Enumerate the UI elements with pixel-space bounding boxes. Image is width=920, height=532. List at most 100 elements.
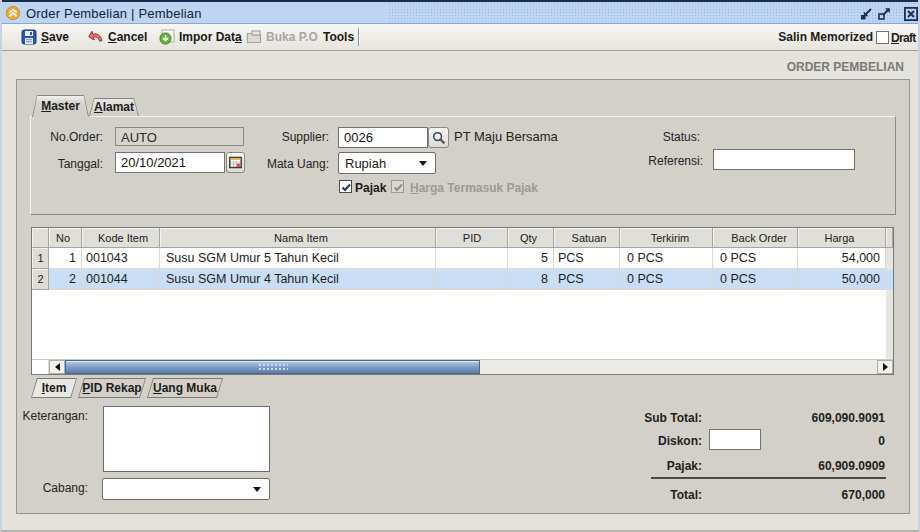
toolbar: Save Cancel Impor Data Buka P.O bbox=[0, 24, 920, 51]
cell-terkirim[interactable]: 0 PCS bbox=[620, 269, 713, 290]
cell-qty[interactable]: 5 bbox=[508, 248, 554, 269]
cell-harga[interactable]: 54,000 bbox=[798, 248, 886, 269]
col-header-kode-item[interactable]: Kode Item bbox=[82, 228, 160, 248]
scrollbar-corner bbox=[32, 360, 49, 374]
cancel-icon bbox=[88, 29, 104, 45]
no-order-label: No.Order: bbox=[22, 130, 103, 144]
scroll-right-button[interactable] bbox=[877, 360, 893, 374]
cell-nama-item[interactable]: Susu SGM Umur 4 Tahun Kecil bbox=[160, 269, 436, 290]
row-header-cell[interactable]: 1 bbox=[32, 248, 49, 269]
cell-back-order[interactable]: 0 PCS bbox=[713, 269, 798, 290]
col-header-harga[interactable]: Harga bbox=[798, 228, 886, 248]
expand-window-icon[interactable] bbox=[877, 7, 891, 21]
mata-uang-value: Rupiah bbox=[345, 156, 386, 171]
tab-uang-muka-label: Uang Muka bbox=[147, 381, 223, 395]
window-title: Order Pembelian | Pembelian bbox=[26, 6, 202, 21]
cancel-label: Cancel bbox=[108, 30, 147, 44]
col-header-terkirim[interactable]: Terkirim bbox=[620, 228, 713, 248]
pajak-total-value: 60,909.0909 bbox=[745, 459, 885, 473]
scrollbar-track[interactable] bbox=[65, 360, 877, 374]
buka-po-button[interactable]: Buka P.O bbox=[246, 24, 318, 50]
col-header-satuan[interactable]: Satuan bbox=[554, 228, 620, 248]
tab-master[interactable]: Master bbox=[32, 95, 89, 117]
table-empty-white bbox=[32, 290, 886, 359]
impor-data-button[interactable]: Impor Data bbox=[159, 24, 242, 50]
col-header-pid[interactable]: PID bbox=[436, 228, 508, 248]
pajak-total-label: Pajak: bbox=[562, 459, 702, 473]
impor-data-icon bbox=[159, 29, 175, 45]
check-icon bbox=[340, 181, 353, 194]
no-order-field[interactable]: AUTO bbox=[115, 127, 244, 146]
scroll-left-icon bbox=[55, 363, 60, 371]
table-row[interactable]: 2 2 001044 Susu SGM Umur 4 Tahun Kecil 8… bbox=[32, 269, 893, 290]
keterangan-textarea[interactable] bbox=[103, 406, 270, 472]
col-header-qty[interactable]: Qty bbox=[508, 228, 554, 248]
cell-terkirim[interactable]: 0 PCS bbox=[620, 248, 713, 269]
table-header-row: No Kode Item Nama Item PID Qty Satuan Te… bbox=[32, 228, 893, 248]
cell-satuan[interactable]: PCS bbox=[554, 248, 620, 269]
items-table: No Kode Item Nama Item PID Qty Satuan Te… bbox=[31, 227, 894, 375]
tab-item[interactable]: Item bbox=[31, 378, 77, 398]
horizontal-scrollbar bbox=[32, 359, 893, 374]
cell-no[interactable]: 1 bbox=[49, 248, 82, 269]
diskon-label: Diskon: bbox=[562, 434, 702, 448]
tools-button[interactable]: Tools bbox=[323, 24, 354, 50]
total-value: 670,000 bbox=[745, 488, 885, 502]
impor-data-label: Impor Data bbox=[179, 30, 242, 44]
col-header-filler bbox=[886, 228, 893, 248]
col-header-nama-item[interactable]: Nama Item bbox=[160, 228, 436, 248]
cell-back-order[interactable]: 0 PCS bbox=[713, 248, 798, 269]
tab-alamat-label: Alamat bbox=[89, 100, 139, 114]
cell-pid[interactable] bbox=[436, 248, 508, 269]
scroll-left-button[interactable] bbox=[49, 360, 65, 374]
cell-harga[interactable]: 50,000 bbox=[798, 269, 886, 290]
tools-label: Tools bbox=[323, 30, 354, 44]
cell-kode-item[interactable]: 001043 bbox=[82, 248, 160, 269]
cell-kode-item[interactable]: 001044 bbox=[82, 269, 160, 290]
save-label: Save bbox=[41, 30, 69, 44]
app-window: Order Pembelian | Pembelian bbox=[0, 0, 920, 532]
scrollbar-thumb[interactable] bbox=[65, 360, 480, 374]
col-header-no[interactable]: No bbox=[49, 228, 82, 248]
cell-qty[interactable]: 8 bbox=[508, 269, 554, 290]
diskon-value: 0 bbox=[745, 434, 885, 448]
tab-pid-rekap[interactable]: PID Rekap bbox=[78, 378, 146, 398]
supplier-lookup-button[interactable] bbox=[428, 127, 449, 148]
cell-nama-item[interactable]: Susu SGM Umur 5 Tahun Kecil bbox=[160, 248, 436, 269]
cell-satuan[interactable]: PCS bbox=[554, 269, 620, 290]
search-icon bbox=[432, 131, 446, 145]
save-icon bbox=[21, 29, 37, 45]
cell-no[interactable]: 2 bbox=[49, 269, 82, 290]
table-row[interactable]: 1 1 001043 Susu SGM Umur 5 Tahun Kecil 5… bbox=[32, 248, 893, 269]
pajak-checkbox[interactable] bbox=[339, 180, 352, 193]
collapse-window-icon[interactable] bbox=[859, 7, 873, 21]
tanggal-label: Tanggal: bbox=[22, 157, 103, 171]
title-bar: Order Pembelian | Pembelian bbox=[0, 0, 920, 24]
cancel-button[interactable]: Cancel bbox=[88, 24, 147, 50]
buka-po-icon bbox=[246, 29, 262, 45]
referensi-field[interactable] bbox=[713, 149, 855, 170]
close-window-icon[interactable] bbox=[904, 7, 918, 21]
referensi-label: Referensi: bbox=[603, 154, 703, 168]
harga-termasuk-pajak-checkbox[interactable] bbox=[391, 180, 404, 193]
tanggal-field[interactable]: 20/10/2021 bbox=[115, 152, 225, 173]
row-header-cell[interactable]: 2 bbox=[32, 269, 49, 290]
save-button[interactable]: Save bbox=[21, 24, 69, 50]
cabang-dropdown[interactable] bbox=[102, 478, 270, 500]
cell-filler bbox=[886, 248, 893, 269]
cell-filler bbox=[886, 269, 893, 290]
mata-uang-dropdown[interactable]: Rupiah bbox=[338, 152, 436, 174]
col-header-back-order[interactable]: Back Order bbox=[713, 228, 798, 248]
pajak-checkbox-label[interactable]: Pajak bbox=[355, 181, 386, 195]
tab-alamat[interactable]: Alamat bbox=[89, 98, 139, 116]
chevron-down-icon bbox=[419, 161, 427, 166]
tab-uang-muka[interactable]: Uang Muka bbox=[147, 378, 223, 398]
sub-total-label: Sub Total: bbox=[562, 411, 702, 425]
supplier-field[interactable]: 0026 bbox=[338, 127, 428, 148]
total-label: Total: bbox=[562, 488, 702, 502]
draft-checkbox[interactable] bbox=[876, 31, 889, 44]
draft-label[interactable]: Draft bbox=[891, 31, 916, 45]
buka-po-label: Buka P.O bbox=[266, 30, 318, 44]
salin-memorized-label: Salin Memorized bbox=[778, 24, 873, 50]
cell-pid[interactable] bbox=[436, 269, 508, 290]
